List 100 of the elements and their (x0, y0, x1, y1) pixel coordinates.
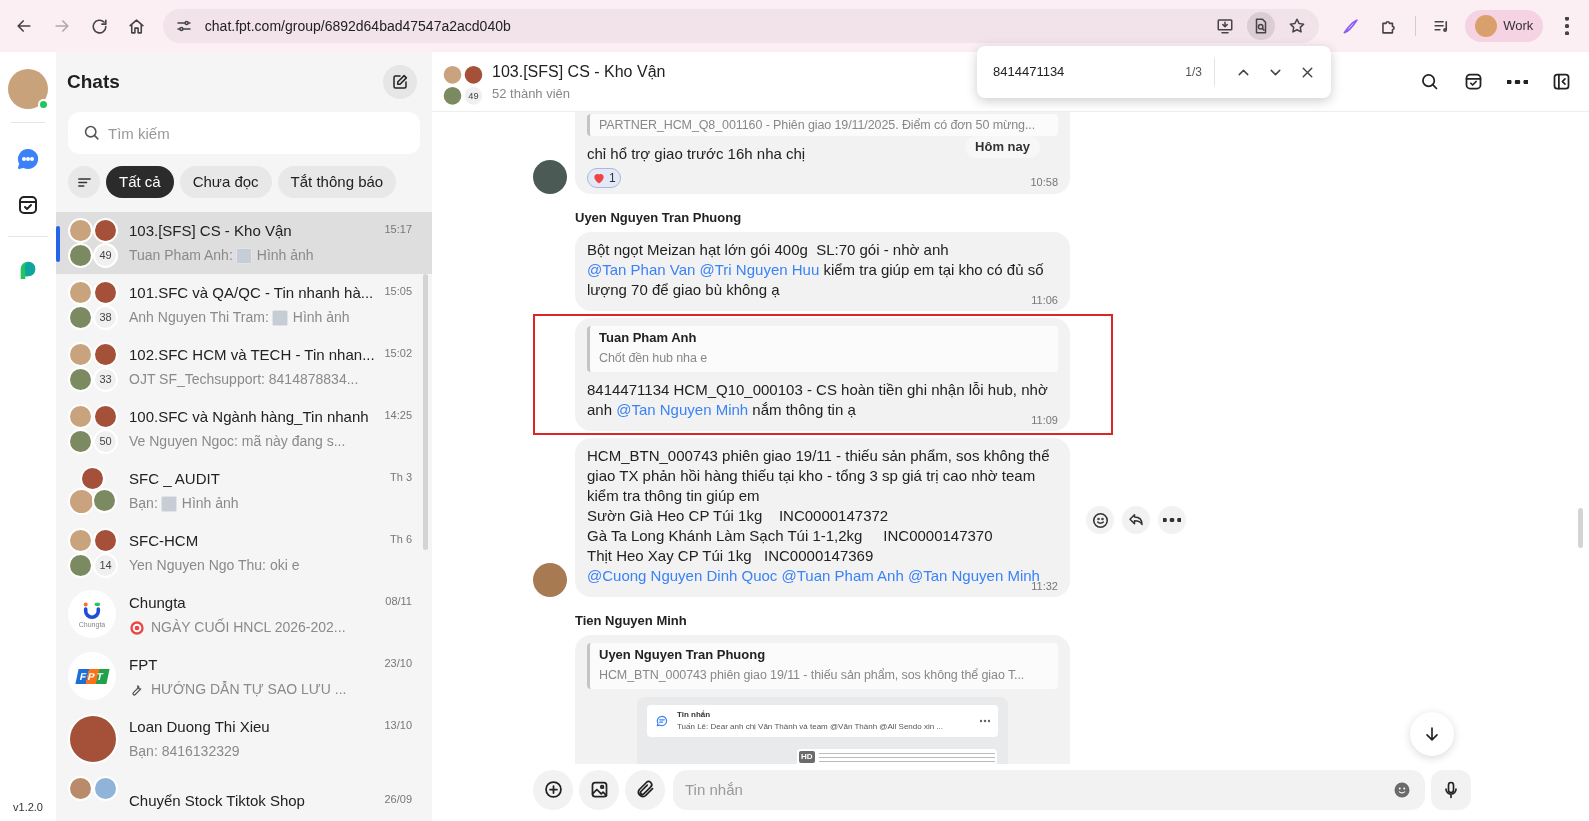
profile-button[interactable]: Work (1465, 10, 1544, 42)
avatar (442, 84, 463, 106)
date-separator: Hôm nay (965, 136, 1040, 158)
quote-author: Tuan Pham Anh (599, 329, 698, 347)
quote-author: Uyen Nguyen Tran Phuong (599, 646, 767, 664)
reaction-chip[interactable]: 1 (587, 168, 621, 188)
member-count: 33 (93, 367, 118, 392)
chat-name: FPT (129, 654, 158, 675)
image-thumbnail (271, 309, 288, 326)
preview-sender: Anh Nguyen Thi Tram: (129, 308, 269, 328)
chat-preview: Hình ảnh (256, 246, 314, 266)
selection-indicator (56, 226, 60, 262)
image-button[interactable] (579, 769, 619, 810)
address-bar[interactable]: chat.fpt.com/group/6892d64bad47547a2acd040b (162, 9, 1320, 43)
avatar (93, 528, 118, 553)
chat-list-item[interactable]: 14 SFC-HCM Th 6 Yen Nguyen Ngo Thu: oki e (56, 522, 432, 584)
avatar (442, 63, 463, 85)
more-icon (1506, 79, 1528, 84)
chat-time: 14:25 (384, 407, 412, 423)
chat-list-item[interactable]: 33 102.SFC HCM và TECH - Tin nhan... 15:02 OJT SF_Techsupport: 8414878834... (56, 336, 432, 398)
chat-time: 13/10 (384, 717, 412, 733)
message-time: 11:09 (1031, 414, 1058, 426)
member-count: 50 (93, 429, 118, 454)
chat-preview: Bạn: 8416132329 (129, 742, 240, 762)
profile-avatar (1475, 15, 1498, 37)
avatar (68, 429, 93, 454)
chat-time: 15:02 (384, 345, 412, 361)
avatar (93, 776, 118, 801)
member-count: 14 (93, 553, 118, 578)
chat-time: 26/09 (384, 791, 412, 807)
chat-name: 103.[SFS] CS - Kho Vận (129, 220, 292, 241)
sender-name: Tien Nguyen Minh (575, 613, 688, 629)
image-thumbnail (235, 247, 252, 264)
reload-icon (89, 16, 109, 36)
scrollbar-thumb[interactable] (1578, 508, 1583, 548)
find-in-page-button[interactable] (1247, 12, 1276, 40)
message-input[interactable]: Tin nhắn (673, 769, 1425, 810)
chat-name: 100.SFC và Ngành hàng_Tin nhanh (129, 406, 369, 427)
chat-list-item[interactable]: 50 100.SFC và Ngành hàng_Tin nhanh 14:25 Ve Nguyen Ngoc: mã này đang s... (56, 398, 432, 460)
new-chat-button[interactable] (383, 65, 417, 99)
more-icon (1163, 518, 1181, 522)
message-icon (655, 714, 669, 728)
chat-time: 15:05 (384, 283, 412, 299)
plus-circle-icon (542, 779, 564, 800)
scrollbar-thumb[interactable] (423, 274, 428, 550)
chat-preview: Ve Nguyen Ngoc: mã này đang s... (129, 432, 346, 452)
chat-name: 101.SFC và QA/QC - Tin nhanh hà... (129, 282, 374, 303)
avatar (68, 280, 93, 305)
monitor-download-icon (1216, 17, 1235, 35)
avatar (68, 776, 93, 801)
chat-list-item[interactable]: 49 103.[SFS] CS - Kho Vận 15:17 Tuan Pham Anh: Hình ảnh (56, 212, 432, 274)
avatar (93, 218, 118, 243)
chat-list-item[interactable]: 38 101.SFC và QA/QC - Tin nhanh hà... 15:05 Anh Nguyen Thi Tram: Hình ảnh (56, 274, 432, 336)
chat-list-item[interactable]: Chuyển Stock Tiktok Shop 26/09 (56, 770, 432, 821)
search-field[interactable]: Tìm kiếm (68, 112, 420, 154)
find-field[interactable]: 8414471134 (993, 62, 1143, 82)
star-icon (1288, 17, 1307, 35)
chat-list-item[interactable]: SFC _ AUDIT Th 3 Bạn: Hình ảnh (56, 460, 432, 522)
chat-preview: Hình ảnh (181, 494, 239, 514)
avatar (68, 218, 93, 243)
chat-name: Chungta (129, 592, 186, 613)
sort-button[interactable] (68, 166, 100, 198)
message-text: HCM_BTN_000743 phiên giao 19/11 - thiếu sản phẩm, sos không thể giao TX phản hồi hàng thiếu tại kho - tổng 3 sp giá trị cao nhờ team kiểm tra thông tin giúp em (587, 446, 1051, 506)
reaction-count: 1 (609, 170, 616, 187)
chat-bubble-icon (16, 147, 40, 171)
chat-preview: OJT SF_Techsupport: 8414878834... (129, 370, 359, 390)
chat-name: Chuyển Stock Tiktok Shop (129, 790, 305, 811)
filter-tab[interactable]: Tất cả (106, 166, 174, 198)
react-button[interactable] (1086, 506, 1114, 534)
menu-icon (1565, 17, 1570, 35)
voice-button[interactable] (1431, 769, 1471, 810)
chat-name: 102.SFC HCM và TECH - Tin nhan... (129, 344, 375, 365)
emoji-icon[interactable] (1393, 780, 1411, 799)
attach-button[interactable] (625, 769, 665, 810)
chat-preview: Yen Nguyen Ngo Thu: oki e (129, 556, 300, 576)
avatar (92, 488, 117, 513)
chat-list-item[interactable]: FPT FPT 23/10 HƯỚNG DẪN TỰ SAO LƯU ... (56, 646, 432, 708)
reply-button[interactable] (1122, 506, 1150, 534)
card-text: Tuấn Lê: Dear anh chị Văn Thành và team @Văn Thành @All Sendo xin ... (677, 721, 945, 733)
filter-tab[interactable]: Tắt thông báo (277, 166, 397, 198)
scroll-to-bottom-button[interactable] (1410, 712, 1454, 756)
avatar (68, 553, 93, 578)
preview-sender: Bạn: (129, 494, 158, 514)
match-count: 1/3 (1185, 64, 1202, 81)
paperclip-icon (634, 779, 656, 800)
home-icon (127, 16, 147, 36)
member-count: 49 (93, 243, 118, 268)
chat-list-item[interactable]: Loan Duong Thi Xieu 13/10 Bạn: 8416132329 (56, 708, 432, 770)
avatar (68, 367, 93, 392)
smiley-icon (1090, 510, 1110, 530)
task-icon (16, 193, 40, 217)
card-title: Tin nhắn (677, 709, 712, 721)
url-text: chat.fpt.com/group/6892d64bad47547a2acd040b (204, 16, 512, 36)
chat-time: Th 6 (390, 531, 412, 547)
message-more-button[interactable] (1158, 506, 1186, 534)
heart-icon (592, 171, 606, 185)
filter-tab[interactable]: Chưa đọc (179, 166, 272, 198)
add-button[interactable] (533, 769, 573, 810)
chat-name: Loan Duong Thi Xieu (129, 716, 270, 737)
avatar (80, 466, 105, 491)
